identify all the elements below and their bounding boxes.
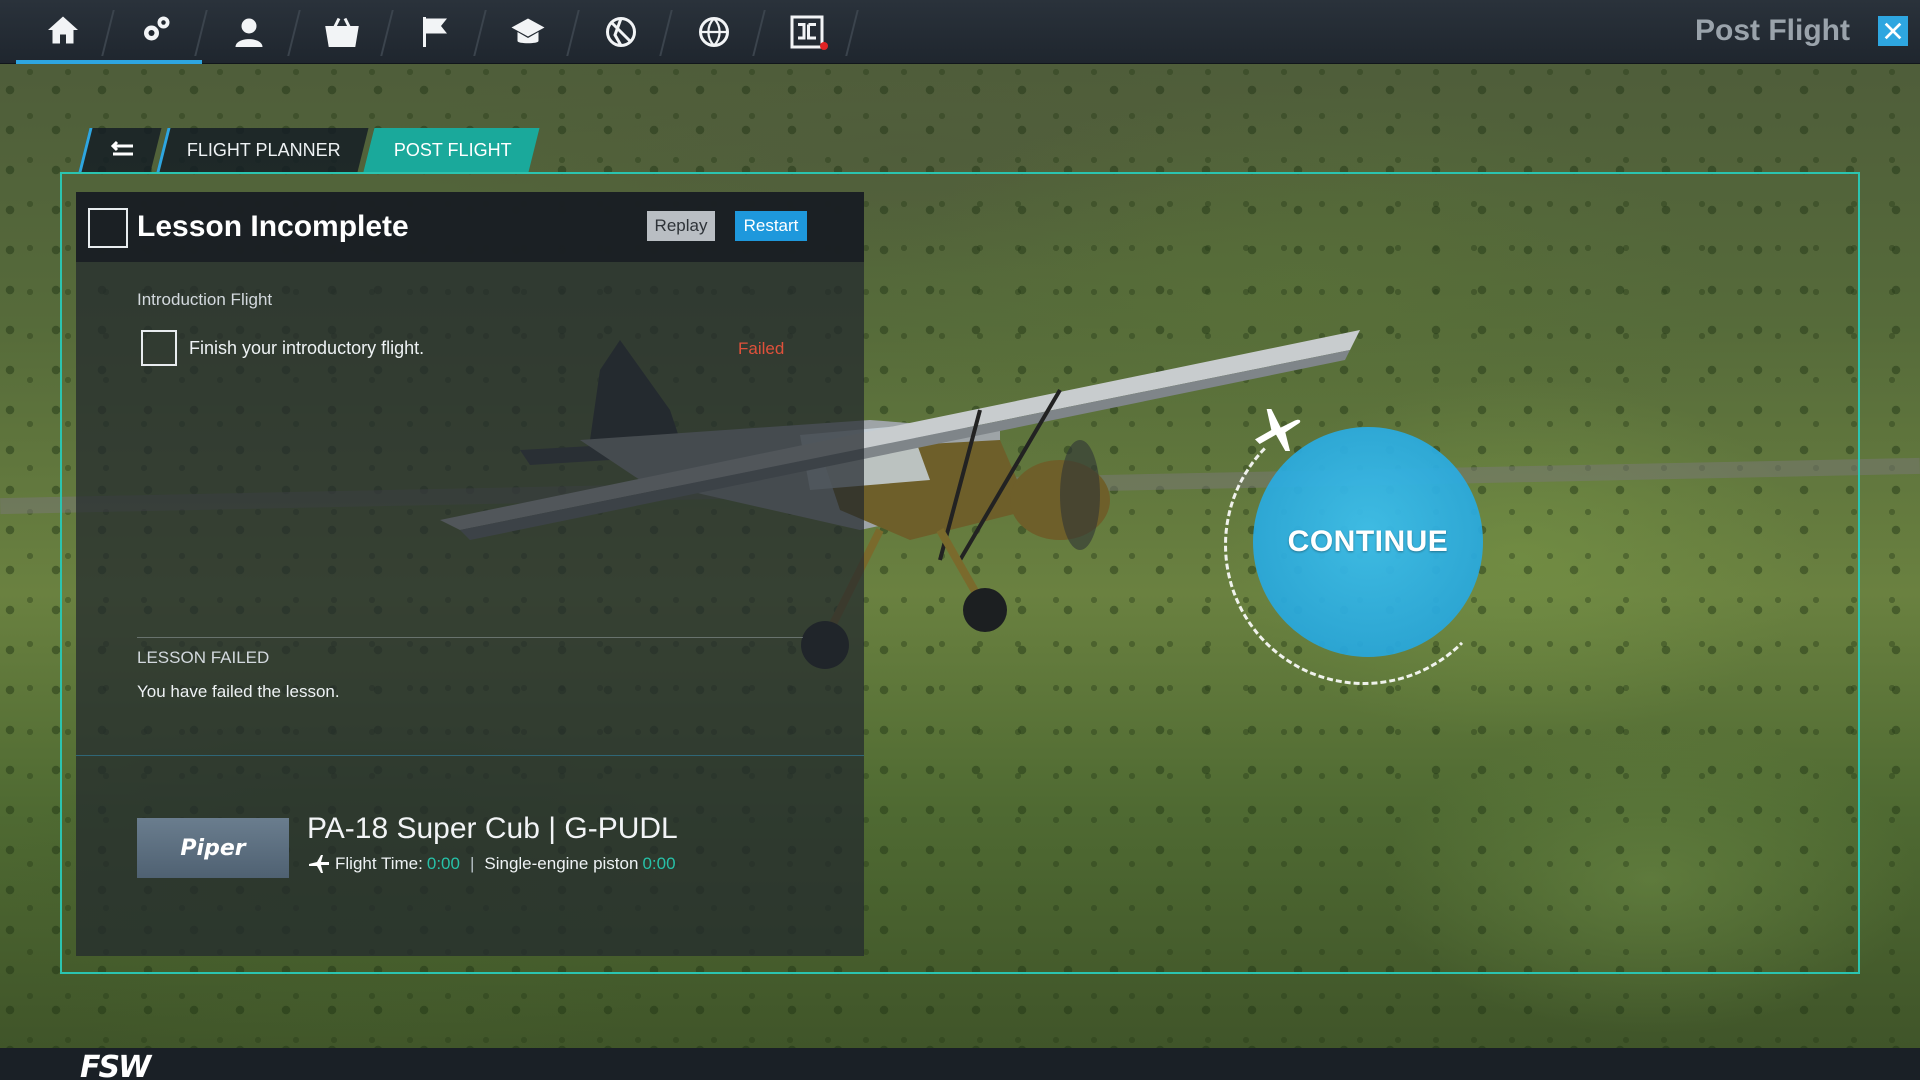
aircraft-icon [309, 855, 329, 873]
engine-type: Single-engine piston [484, 854, 639, 873]
lesson-status-checkbox [88, 208, 128, 248]
tab-flight-planner[interactable]: FLIGHT PLANNER [156, 128, 369, 172]
brand-logo: Piper [137, 818, 289, 878]
nav-profile-button[interactable] [202, 0, 295, 64]
nav-multiplayer-button[interactable] [574, 0, 667, 64]
multiplayer-icon [605, 17, 636, 47]
window-title: Post Flight [1695, 14, 1850, 47]
tab-flight-planner-label: FLIGHT PLANNER [187, 139, 341, 160]
nav-store-button[interactable] [295, 0, 388, 64]
nav-academy-button[interactable] [481, 0, 574, 64]
bottom-bar [0, 1048, 1920, 1080]
profile-icon [235, 18, 262, 47]
flight-time-label: Flight Time: [335, 854, 423, 873]
aircraft-name: PA-18 Super Cub | G-PUDL [307, 812, 678, 845]
aircraft-info: Flight Time: 0:00 | Single-engine piston… [307, 854, 676, 874]
nav-settings-button[interactable] [109, 0, 202, 64]
back-arrow-icon [110, 140, 133, 156]
settings-icon [143, 16, 169, 41]
academy-icon [511, 18, 544, 44]
home-icon [47, 16, 78, 44]
tab-bar: FLIGHT PLANNER POST FLIGHT [78, 128, 539, 172]
top-navigation-bar: Post Flight [0, 0, 1920, 64]
engine-time-value: 0:00 [642, 854, 676, 873]
nav-icon-group [16, 0, 853, 64]
lesson-section-title: Introduction Flight [137, 290, 273, 309]
nav-missions-button[interactable] [388, 0, 481, 64]
tab-post-flight[interactable]: POST FLIGHT [363, 128, 539, 172]
store-icon [324, 17, 359, 47]
notification-dot [820, 42, 828, 50]
fsw-logo: FSW [80, 1050, 151, 1080]
result-text: You have failed the lesson. [137, 682, 340, 701]
back-tab[interactable] [78, 128, 162, 172]
world-icon [698, 17, 729, 48]
divider [76, 755, 864, 756]
lesson-status-title: Lesson Incomplete [137, 210, 409, 243]
plane-icon [1248, 402, 1304, 458]
continue-button[interactable]: CONTINUE [1253, 427, 1483, 657]
nav-dc-button[interactable] [760, 0, 853, 64]
restart-button[interactable]: Restart [735, 211, 807, 241]
missions-flag-icon [422, 17, 447, 47]
info-separator: | [469, 854, 475, 873]
nav-home-button[interactable] [16, 0, 109, 64]
close-icon [1884, 22, 1902, 40]
flight-time-value: 0:00 [426, 854, 460, 873]
lesson-panel: Lesson Incomplete Replay Restart Introdu… [76, 192, 864, 956]
objective-status: Failed [738, 339, 785, 358]
objective-checkbox [141, 330, 177, 366]
lesson-header: Lesson Incomplete Replay Restart [76, 192, 864, 262]
result-title: LESSON FAILED [137, 648, 270, 667]
replay-button[interactable]: Replay [647, 211, 715, 241]
divider [137, 637, 803, 638]
objective-text: Finish your introductory flight. [189, 338, 425, 358]
tab-post-flight-label: POST FLIGHT [393, 139, 512, 160]
brand-logo-text: Piper [180, 835, 246, 861]
close-button[interactable] [1878, 16, 1908, 46]
nav-world-button[interactable] [667, 0, 760, 64]
